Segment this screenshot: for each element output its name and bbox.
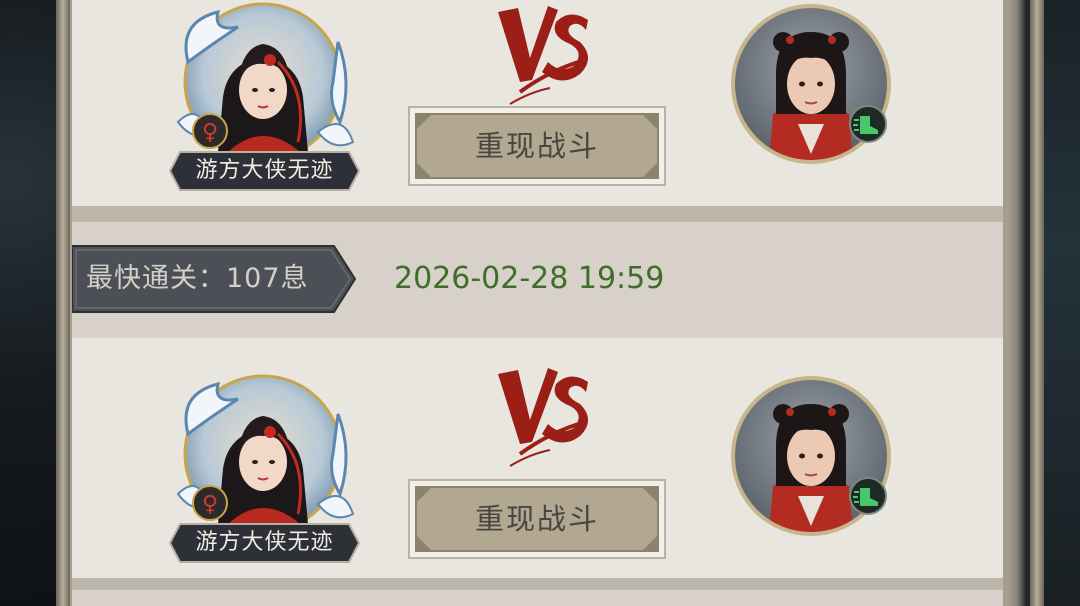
- background-left-edge: [0, 0, 56, 606]
- panel-frame-left: [56, 0, 70, 606]
- female-gender-icon: ♀: [191, 484, 229, 522]
- speed-boots-icon: [848, 476, 888, 516]
- svg-text:♀: ♀: [202, 120, 218, 145]
- versus-emblem: [490, 362, 600, 472]
- replay-battle-label: 重现战斗: [474, 129, 599, 163]
- fastest-clear-tag: 最快通关：107息: [72, 244, 357, 314]
- replay-battle-label: 重现战斗: [474, 502, 599, 536]
- fastest-clear-text: 最快通关：107息: [86, 263, 309, 294]
- replay-battle-button[interactable]: 重现战斗: [408, 479, 666, 559]
- female-gender-icon: ♀: [191, 112, 229, 150]
- opponent-avatar[interactable]: [728, 4, 898, 174]
- player-name-plate: 游方大侠无迹: [168, 522, 361, 564]
- replay-battle-button[interactable]: 重现战斗: [408, 106, 666, 186]
- next-record-header: [72, 590, 1003, 606]
- player-name: 游方大侠无迹: [195, 158, 334, 183]
- record-date: 2026-02-28 19:59: [394, 261, 665, 296]
- versus-emblem: [490, 0, 600, 110]
- player-name-plate: 游方大侠无迹: [168, 150, 361, 192]
- panel-frame-right: [1030, 0, 1044, 606]
- opponent-avatar[interactable]: [728, 376, 898, 546]
- battle-record-screen: ♀ 游方大侠无迹 重现战斗 最快通关：107息 2026-02-28 19:59…: [0, 0, 1080, 606]
- player-name: 游方大侠无迹: [195, 530, 334, 555]
- background-right-edge: [1040, 0, 1080, 606]
- speed-boots-icon: [848, 104, 888, 144]
- svg-text:♀: ♀: [202, 492, 218, 517]
- card-divider: [72, 578, 1003, 590]
- card-divider: [72, 206, 1003, 222]
